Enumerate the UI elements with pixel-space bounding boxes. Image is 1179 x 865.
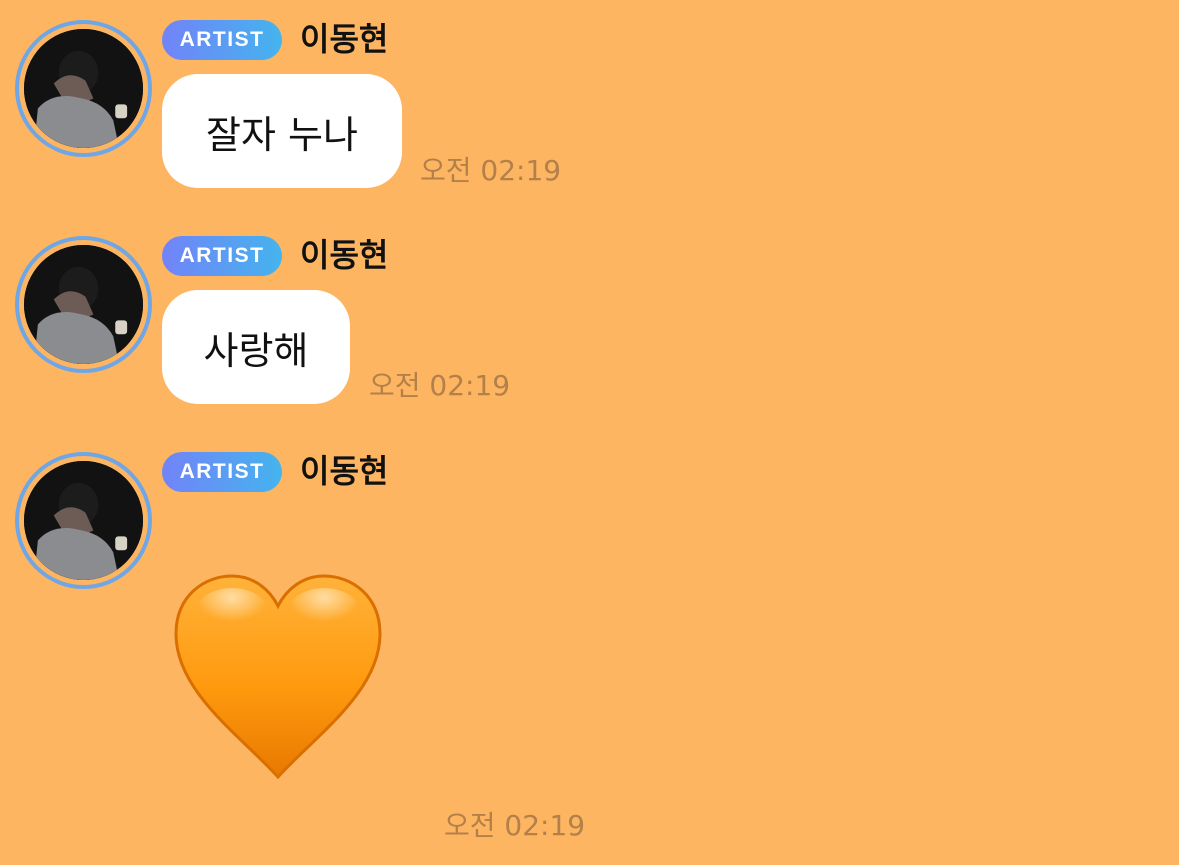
sender-name[interactable]: 이동현 [300, 19, 388, 59]
sender-name[interactable]: 이동현 [300, 235, 388, 275]
message-time: 오전 02:19 [444, 809, 586, 842]
avatar[interactable] [15, 20, 152, 157]
artist-badge: ARTIST [162, 452, 282, 492]
message-bubble[interactable]: 잘자 누나 [162, 74, 402, 188]
message-bubble[interactable]: 사랑해 [162, 290, 350, 404]
profile-photo [24, 461, 143, 580]
sender-name[interactable]: 이동현 [300, 451, 388, 491]
artist-badge: ARTIST [162, 20, 282, 60]
profile-photo [24, 245, 143, 364]
profile-photo [24, 29, 143, 148]
orange-heart-icon[interactable] [172, 572, 384, 782]
message-time: 오전 02:19 [420, 154, 562, 187]
avatar[interactable] [15, 236, 152, 373]
avatar[interactable] [15, 452, 152, 589]
artist-badge: ARTIST [162, 236, 282, 276]
message-time: 오전 02:19 [369, 369, 511, 402]
